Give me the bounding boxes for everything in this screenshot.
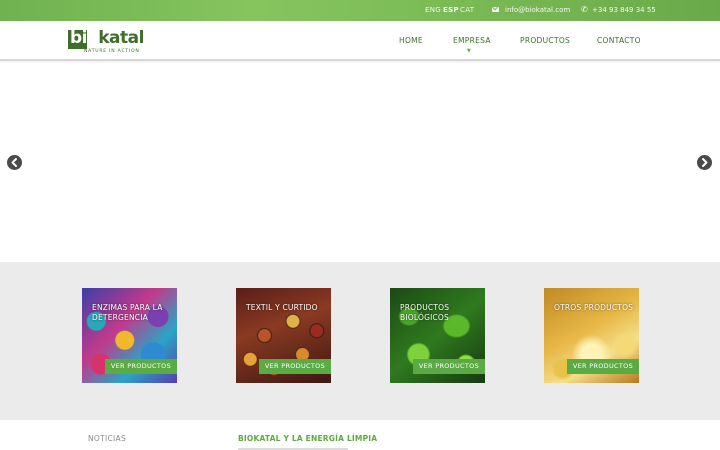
logo-wordmark: biokatal — [70, 28, 144, 48]
product-card-title: OTROS PRODUCTOS — [554, 303, 634, 312]
product-card-textil[interactable]: TEXTIL Y CURTIDO VER PRODUCTOS — [236, 288, 331, 383]
phone-icon: ✆ — [581, 5, 588, 14]
product-card-otros[interactable]: OTROS PRODUCTOS VER PRODUCTOS — [544, 288, 639, 383]
ver-productos-button[interactable]: VER PRODUCTOS — [412, 359, 485, 374]
news-section: NOTICIAS BIOKATAL Y LA ENERGÍA LÍMPIA — [0, 420, 720, 450]
ver-productos-button[interactable]: VER PRODUCTOS — [258, 359, 331, 374]
biokatal-logo[interactable]: biokatal NATURE IN ACTION — [68, 28, 150, 56]
envelope-icon — [492, 7, 499, 12]
product-card-title: TEXTIL Y CURTIDO — [246, 303, 318, 312]
products-section: ENZIMAS PARA LA DETERGENCIA VER PRODUCTO… — [0, 262, 720, 420]
top-bar: ENG ESP CAT info@biokatal.com ✆ +34 93 8… — [0, 0, 720, 21]
chevron-left-icon — [11, 158, 17, 167]
logo-bio: bio — [70, 28, 99, 48]
logo-tagline: NATURE IN ACTION — [84, 49, 140, 54]
ver-productos-button[interactable]: VER PRODUCTOS — [566, 359, 639, 374]
slider-prev-button[interactable] — [7, 155, 22, 170]
email-link[interactable]: info@biokatal.com — [505, 6, 570, 14]
nav-empresa[interactable]: EMPRESA — [453, 36, 491, 45]
lang-cat-link[interactable]: CAT — [460, 6, 474, 14]
ver-productos-button[interactable]: VER PRODUCTOS — [104, 359, 177, 374]
slider-next-button[interactable] — [697, 155, 712, 170]
nav-contacto[interactable]: CONTACTO — [597, 36, 641, 45]
hero-slider — [0, 63, 720, 262]
phone-number: +34 93 849 34 55 — [592, 6, 656, 14]
product-card-title: PRODUCTOS BIOLÓGICOS — [400, 303, 450, 322]
product-card-enzimas[interactable]: ENZIMAS PARA LA DETERGENCIA VER PRODUCTO… — [82, 288, 177, 383]
nav-home[interactable]: HOME — [399, 36, 423, 45]
logo-katal: katal — [98, 28, 144, 48]
nav-productos[interactable]: PRODUCTOS — [520, 36, 570, 45]
product-card-title: ENZIMAS PARA LA DETERGENCIA — [92, 303, 163, 322]
lang-esp-link[interactable]: ESP — [443, 6, 459, 14]
product-card-biologicos[interactable]: PRODUCTOS BIOLÓGICOS VER PRODUCTOS — [390, 288, 485, 383]
news-title-link[interactable]: BIOKATAL Y LA ENERGÍA LÍMPIA — [238, 434, 377, 443]
lang-eng-link[interactable]: ENG — [425, 6, 441, 14]
chevron-down-icon: ▼ — [467, 48, 471, 54]
chevron-right-icon — [702, 158, 708, 167]
site-header: biokatal NATURE IN ACTION HOME EMPRESA ▼… — [0, 21, 720, 61]
news-label: NOTICIAS — [88, 434, 127, 443]
